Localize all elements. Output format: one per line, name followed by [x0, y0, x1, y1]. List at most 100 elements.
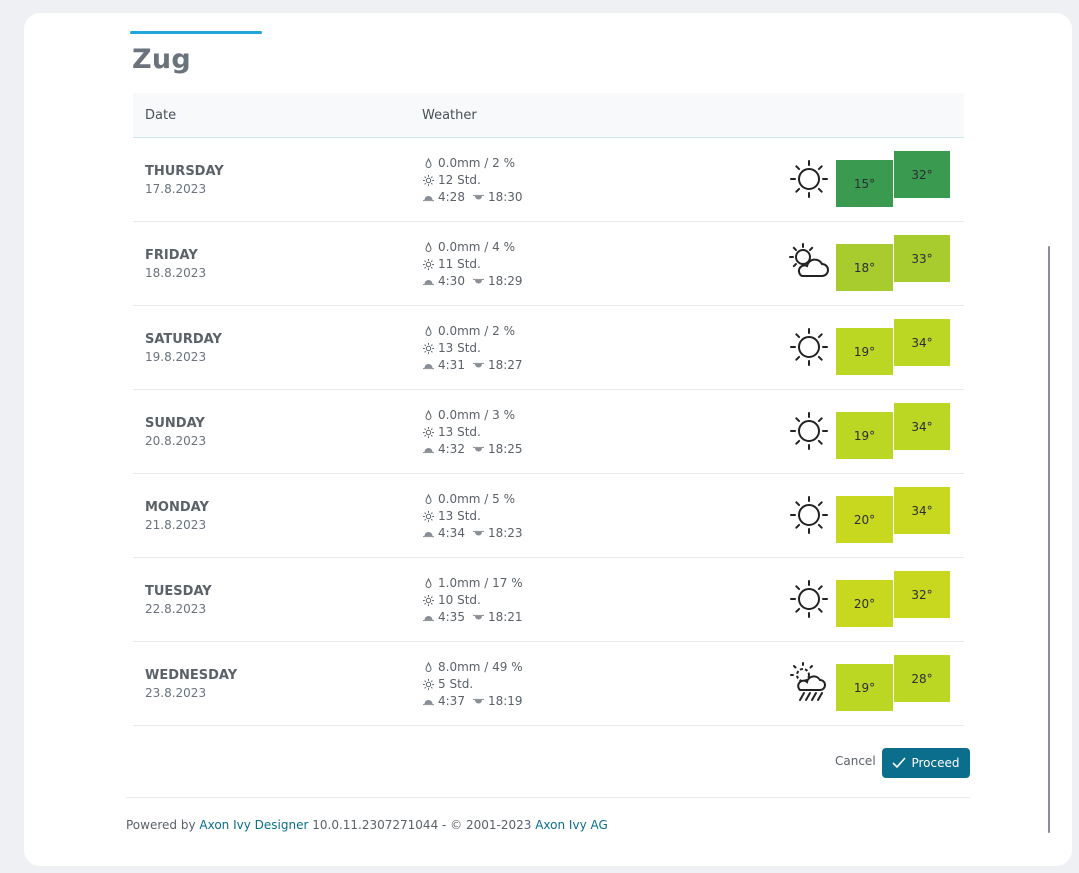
max-temperature: 32° — [894, 571, 950, 618]
column-header-date: Date — [145, 108, 177, 123]
table-header: Date Weather — [133, 93, 964, 138]
sunrise-icon — [423, 192, 434, 203]
day-date: 21.8.2023 — [145, 518, 207, 532]
sun-small-icon — [423, 427, 434, 438]
sunset-time: 18:25 — [487, 442, 523, 456]
day-name: WEDNESDAY — [145, 668, 238, 683]
raindrop-icon — [423, 494, 434, 505]
sunset-time: 18:19 — [487, 694, 523, 708]
footer-version: 10.0.11.2307271044 - © 2001-2023 — [312, 818, 532, 832]
sun-icon — [788, 158, 830, 200]
table-row: FRIDAY 18.8.2023 0.0mm / 4 % 11 Std. 4:30 18:… — [133, 222, 964, 306]
raindrop-icon — [423, 242, 434, 253]
sunshine-hours: 13 Std. — [438, 509, 481, 523]
max-temperature: 32° — [894, 151, 950, 198]
weather-details: 1.0mm / 17 % 10 Std. 4:35 18:21 — [423, 575, 523, 626]
sunrise-icon — [423, 696, 434, 707]
sunrise-time: 4:28 — [438, 190, 465, 204]
footer: Powered by Axon Ivy Designer 10.0.11.230… — [126, 818, 608, 832]
max-temperature: 34° — [894, 403, 950, 450]
raindrop-icon — [423, 158, 434, 169]
day-date: 18.8.2023 — [145, 266, 207, 280]
raindrop-icon — [423, 578, 434, 589]
sun-cloud-rain-icon — [788, 662, 830, 704]
sunshine-hours: 11 Std. — [438, 257, 481, 271]
sun-small-icon — [423, 511, 434, 522]
sun-small-icon — [423, 175, 434, 186]
sunset-icon — [472, 276, 484, 287]
min-temperature: 19° — [836, 328, 893, 375]
raindrop-icon — [423, 662, 434, 673]
footer-divider — [126, 797, 970, 798]
weather-details: 0.0mm / 2 % 13 Std. 4:31 18:27 — [423, 323, 523, 374]
max-temperature: 28° — [894, 655, 950, 702]
day-name: FRIDAY — [145, 248, 198, 263]
sun-small-icon — [423, 679, 434, 690]
sunset-time: 18:27 — [487, 358, 523, 372]
day-name: SATURDAY — [145, 332, 222, 347]
sunset-icon — [472, 612, 484, 623]
sunrise-time: 4:34 — [438, 526, 465, 540]
day-date: 23.8.2023 — [145, 686, 207, 700]
min-temperature: 20° — [836, 580, 893, 627]
precipitation-value: 8.0mm / 49 % — [438, 660, 523, 674]
sun-small-icon — [423, 259, 434, 270]
table-row: WEDNESDAY 23.8.2023 8.0mm / 49 % 5 Std. 4:37… — [133, 642, 964, 726]
day-date: 20.8.2023 — [145, 434, 207, 448]
weather-details: 0.0mm / 2 % 12 Std. 4:28 18:30 — [423, 155, 523, 206]
sun-icon — [788, 326, 830, 368]
sunset-icon — [472, 444, 484, 455]
sun-icon — [788, 494, 830, 536]
precipitation-value: 1.0mm / 17 % — [438, 576, 523, 590]
sun-icon — [788, 578, 830, 620]
sunset-time: 18:21 — [487, 610, 523, 624]
sunshine-hours: 13 Std. — [438, 341, 481, 355]
sunset-icon — [472, 360, 484, 371]
sunrise-time: 4:30 — [438, 274, 465, 288]
table-body: THURSDAY 17.8.2023 0.0mm / 2 % 12 Std. 4:28 1… — [133, 138, 964, 726]
table-row: TUESDAY 22.8.2023 1.0mm / 17 % 10 Std. 4:35 1… — [133, 558, 964, 642]
sun-behind-cloud-icon — [788, 242, 830, 284]
day-name: MONDAY — [145, 500, 209, 515]
weather-details: 0.0mm / 4 % 11 Std. 4:30 18:29 — [423, 239, 523, 290]
sunshine-hours: 13 Std. — [438, 425, 481, 439]
min-temperature: 19° — [836, 664, 893, 711]
sunset-icon — [472, 528, 484, 539]
top-accent-bar — [130, 31, 262, 34]
proceed-label: Proceed — [911, 756, 960, 770]
day-name: THURSDAY — [145, 164, 224, 179]
footer-prefix: Powered by — [126, 818, 196, 832]
weather-details: 0.0mm / 3 % 13 Std. 4:32 18:25 — [423, 407, 523, 458]
day-date: 22.8.2023 — [145, 602, 207, 616]
precipitation-value: 0.0mm / 2 % — [438, 324, 515, 338]
weather-details: 8.0mm / 49 % 5 Std. 4:37 18:19 — [423, 659, 523, 710]
table-row: THURSDAY 17.8.2023 0.0mm / 2 % 12 Std. 4:28 1… — [133, 138, 964, 222]
sunshine-hours: 10 Std. — [438, 593, 481, 607]
vertical-scrollbar[interactable] — [1048, 246, 1050, 833]
max-temperature: 34° — [894, 487, 950, 534]
precipitation-value: 0.0mm / 5 % — [438, 492, 515, 506]
min-temperature: 20° — [836, 496, 893, 543]
day-date: 19.8.2023 — [145, 350, 207, 364]
sun-small-icon — [423, 595, 434, 606]
day-date: 17.8.2023 — [145, 182, 207, 196]
sunrise-time: 4:37 — [438, 694, 465, 708]
sun-small-icon — [423, 343, 434, 354]
sunrise-icon — [423, 276, 434, 287]
designer-link[interactable]: Axon Ivy Designer — [199, 818, 308, 832]
sunrise-time: 4:35 — [438, 610, 465, 624]
raindrop-icon — [423, 410, 434, 421]
proceed-button[interactable]: Proceed — [882, 748, 970, 778]
min-temperature: 19° — [836, 412, 893, 459]
table-row: MONDAY 21.8.2023 0.0mm / 5 % 13 Std. 4:34 18:… — [133, 474, 964, 558]
sunset-time: 18:23 — [487, 526, 523, 540]
max-temperature: 34° — [894, 319, 950, 366]
sunshine-hours: 12 Std. — [438, 173, 481, 187]
weather-details: 0.0mm / 5 % 13 Std. 4:34 18:23 — [423, 491, 523, 542]
sunset-icon — [472, 696, 484, 707]
day-name: TUESDAY — [145, 584, 212, 599]
company-link[interactable]: Axon Ivy AG — [535, 818, 608, 832]
table-row: SUNDAY 20.8.2023 0.0mm / 3 % 13 Std. 4:32 18:… — [133, 390, 964, 474]
precipitation-value: 0.0mm / 4 % — [438, 240, 515, 254]
cancel-button[interactable]: Cancel — [830, 752, 881, 770]
